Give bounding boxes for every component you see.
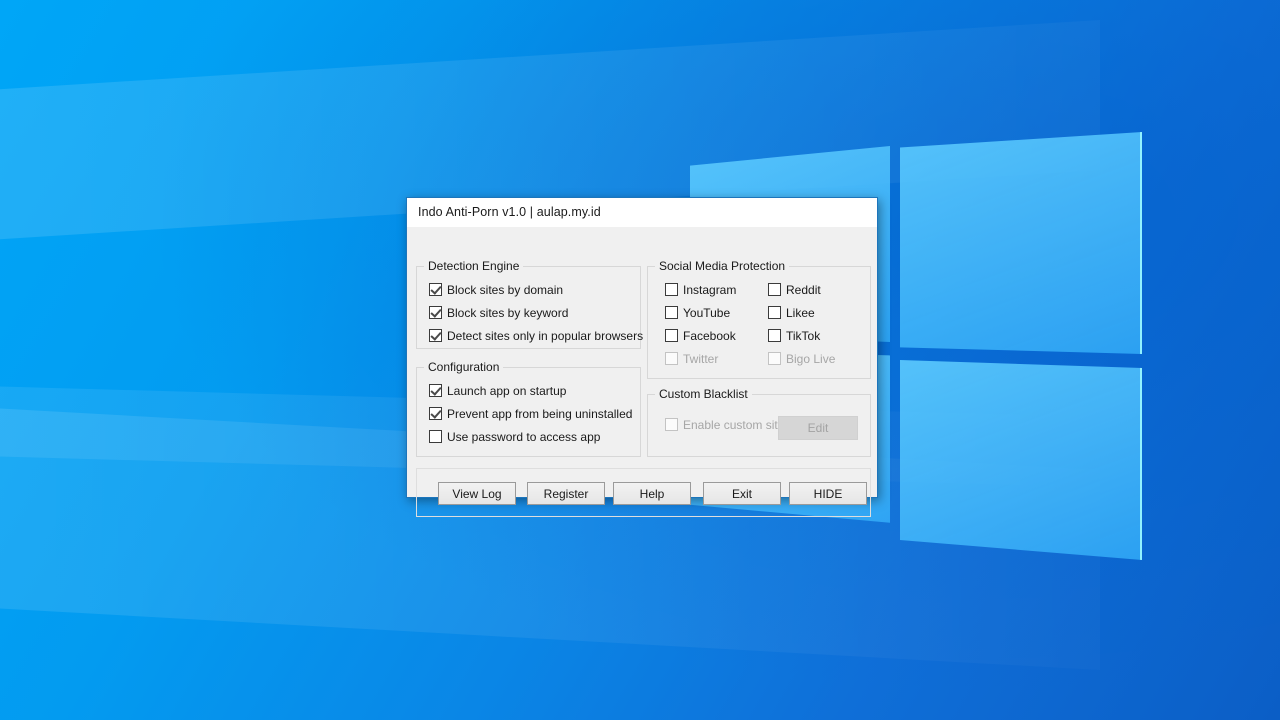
exit-button[interactable]: Exit (703, 482, 781, 505)
checkbox-prevent-uninstall[interactable]: Prevent app from being uninstalled (429, 405, 632, 422)
group-custom-blacklist-title: Custom Blacklist (655, 387, 752, 401)
group-detection-engine: Detection Engine Block sites by domain B… (416, 259, 643, 349)
checkbox-label: Facebook (683, 328, 736, 343)
checkbox-box-icon[interactable] (768, 306, 781, 319)
checkbox-twitter: Twitter (665, 350, 718, 367)
checkbox-label: Enable custom site (683, 417, 785, 432)
checkbox-box-icon[interactable] (429, 306, 442, 319)
checkbox-label: Likee (786, 305, 815, 320)
checkbox-box-icon (665, 352, 678, 365)
checkbox-box-icon[interactable] (429, 329, 442, 342)
checkbox-box-icon[interactable] (768, 329, 781, 342)
button-panel: View Log Register Help Exit HIDE (416, 468, 871, 517)
checkbox-label: Reddit (786, 282, 821, 297)
checkbox-detect-sites-popular-browsers[interactable]: Detect sites only in popular browsers (429, 327, 643, 344)
checkbox-label: YouTube (683, 305, 731, 320)
hide-button[interactable]: HIDE (789, 482, 867, 505)
checkbox-block-sites-by-keyword[interactable]: Block sites by keyword (429, 304, 568, 321)
group-social-media-protection: Social Media Protection Instagram YouTub… (647, 259, 871, 379)
checkbox-box-icon[interactable] (665, 306, 678, 319)
checkbox-box-icon[interactable] (429, 283, 442, 296)
checkbox-box-icon[interactable] (768, 283, 781, 296)
checkbox-use-password[interactable]: Use password to access app (429, 428, 600, 445)
app-window: Indo Anti-Porn v1.0 | aulap.my.id Detect… (406, 197, 878, 517)
checkbox-box-icon (665, 418, 678, 431)
view-log-button[interactable]: View Log (438, 482, 516, 505)
checkbox-box-icon[interactable] (429, 384, 442, 397)
help-button[interactable]: Help (613, 482, 691, 505)
checkbox-label: Detect sites only in popular browsers (447, 328, 644, 343)
checkbox-tiktok[interactable]: TikTok (768, 327, 820, 344)
group-configuration: Configuration Launch app on startup Prev… (416, 360, 641, 457)
client-area: Detection Engine Block sites by domain B… (407, 227, 877, 517)
checkbox-block-sites-by-domain[interactable]: Block sites by domain (429, 281, 563, 298)
checkbox-bigo-live: Bigo Live (768, 350, 835, 367)
window-title: Indo Anti-Porn v1.0 | aulap.my.id (418, 205, 601, 219)
checkbox-likee[interactable]: Likee (768, 304, 815, 321)
checkbox-box-icon[interactable] (429, 407, 442, 420)
windows-logo-pane-bottom-right (900, 360, 1142, 560)
checkbox-youtube[interactable]: YouTube (665, 304, 730, 321)
title-bar[interactable]: Indo Anti-Porn v1.0 | aulap.my.id (407, 198, 877, 227)
checkbox-box-icon[interactable] (429, 430, 442, 443)
checkbox-launch-app-on-startup[interactable]: Launch app on startup (429, 382, 566, 399)
checkbox-reddit[interactable]: Reddit (768, 281, 821, 298)
checkbox-label: Use password to access app (447, 429, 601, 444)
checkbox-label: Block sites by keyword (447, 305, 569, 320)
checkbox-label: Bigo Live (786, 351, 836, 366)
register-button[interactable]: Register (527, 482, 605, 505)
group-detection-engine-title: Detection Engine (424, 259, 524, 273)
checkbox-box-icon (768, 352, 781, 365)
checkbox-box-icon[interactable] (665, 283, 678, 296)
checkbox-label: Prevent app from being uninstalled (447, 406, 633, 421)
checkbox-instagram[interactable]: Instagram (665, 281, 736, 298)
windows-logo-pane-top-right (900, 132, 1142, 354)
group-custom-blacklist: Custom Blacklist Enable custom site Edit (647, 387, 871, 457)
group-social-media-protection-title: Social Media Protection (655, 259, 790, 273)
group-configuration-title: Configuration (424, 360, 504, 374)
checkbox-enable-custom-site: Enable custom site (665, 416, 784, 433)
checkbox-label: TikTok (786, 328, 821, 343)
edit-blacklist-button: Edit (778, 416, 858, 440)
checkbox-label: Launch app on startup (447, 383, 567, 398)
checkbox-box-icon[interactable] (665, 329, 678, 342)
checkbox-label: Block sites by domain (447, 282, 564, 297)
checkbox-label: Twitter (683, 351, 719, 366)
checkbox-facebook[interactable]: Facebook (665, 327, 736, 344)
checkbox-label: Instagram (683, 282, 737, 297)
